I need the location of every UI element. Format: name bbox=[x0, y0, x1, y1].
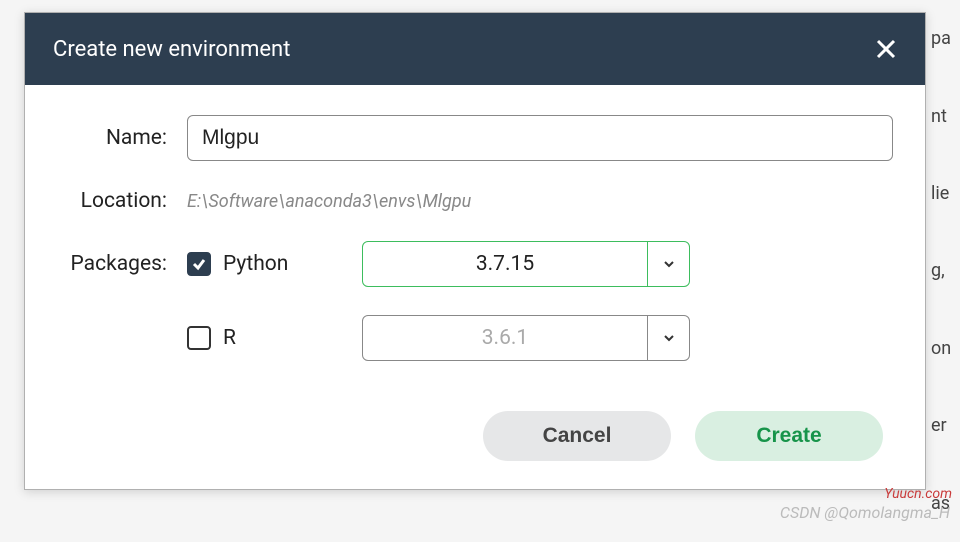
python-version-select[interactable]: 3.7.15 bbox=[362, 241, 690, 287]
cancel-button[interactable]: Cancel bbox=[483, 411, 671, 461]
name-input[interactable] bbox=[187, 115, 893, 161]
watermark-site: Yuucn.com bbox=[884, 486, 952, 502]
dialog-buttons: Cancel Create bbox=[57, 411, 893, 461]
close-icon bbox=[874, 37, 898, 61]
r-version-select[interactable]: 3.6.1 bbox=[362, 315, 690, 361]
packages-r-row: R 3.6.1 bbox=[57, 315, 893, 361]
python-version-value: 3.7.15 bbox=[363, 242, 647, 286]
dialog-title: Create new environment bbox=[53, 37, 290, 62]
location-label: Location: bbox=[57, 189, 187, 213]
r-label: R bbox=[223, 326, 236, 350]
name-row: Name: bbox=[57, 115, 893, 161]
chevron-down-icon bbox=[661, 256, 677, 272]
background-text: pa nt lie g, on er as bbox=[925, 0, 960, 542]
create-environment-dialog: Create new environment Name: Location: E… bbox=[24, 12, 926, 490]
name-label: Name: bbox=[57, 126, 187, 150]
packages-python-row: Packages: Python 3.7.15 bbox=[57, 241, 893, 287]
location-row: Location: E:\Software\anaconda3\envs\Mlg… bbox=[57, 189, 893, 213]
packages-label: Packages: bbox=[57, 252, 187, 276]
dialog-titlebar: Create new environment bbox=[25, 13, 925, 85]
dialog-content: Name: Location: E:\Software\anaconda3\en… bbox=[25, 85, 925, 481]
watermark-author: CSDN @Qomolangma_H bbox=[780, 503, 950, 522]
checkmark-icon bbox=[191, 256, 207, 272]
r-version-value: 3.6.1 bbox=[363, 316, 647, 360]
r-version-dropdown-arrow bbox=[647, 316, 689, 360]
location-path: E:\Software\anaconda3\envs\Mlgpu bbox=[187, 191, 471, 212]
python-checkbox[interactable] bbox=[187, 252, 211, 276]
create-button[interactable]: Create bbox=[695, 411, 883, 461]
close-button[interactable] bbox=[871, 34, 901, 64]
python-version-dropdown-arrow bbox=[647, 242, 689, 286]
r-checkbox[interactable] bbox=[187, 326, 211, 350]
python-label: Python bbox=[223, 252, 288, 276]
chevron-down-icon bbox=[661, 330, 677, 346]
